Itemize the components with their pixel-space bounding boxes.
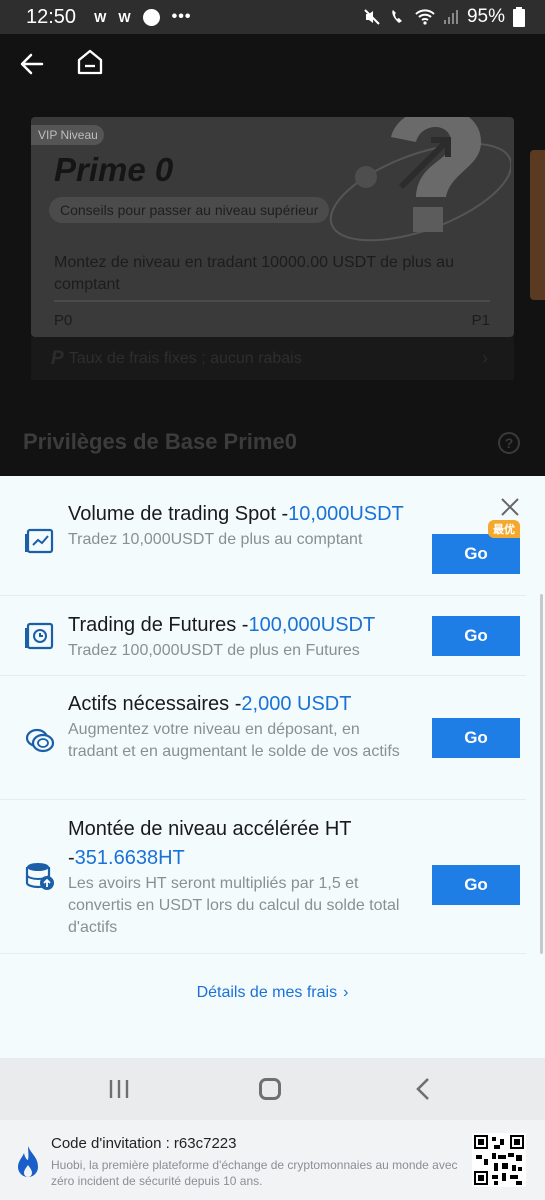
- recent-apps-icon[interactable]: [108, 1078, 130, 1100]
- task-amount: 2,000 USDT: [241, 693, 352, 715]
- task-title: Trading de Futures -100,000USDT: [68, 614, 376, 636]
- go-button[interactable]: Go: [432, 865, 520, 905]
- chevron-right-icon: ›: [482, 348, 488, 368]
- vip-overview: VIP Niveau Prime 0 Conseils pour passer …: [0, 34, 545, 476]
- back-arrow-icon[interactable]: [18, 50, 46, 78]
- coins-icon: [25, 728, 55, 753]
- more-notifications-icon: •••: [171, 8, 192, 25]
- fee-rate-row[interactable]: P Taux de frais fixes ; aucun rabais ›: [31, 337, 514, 380]
- progress-end-label: P1: [471, 312, 490, 329]
- next-level-card-peek[interactable]: [530, 150, 545, 300]
- wifi-icon: [415, 9, 435, 25]
- go-button[interactable]: Go: [432, 718, 520, 758]
- vip-level-badge: VIP Niveau: [31, 125, 104, 145]
- vip-level-title: Prime 0: [54, 151, 174, 188]
- futures-clock-icon: [25, 622, 54, 650]
- app-icon-w2: W: [118, 9, 131, 25]
- task-spot-volume: Volume de trading Spot -10,000USDT Trade…: [0, 490, 526, 596]
- battery-percent: 95%: [466, 6, 505, 27]
- wifi-call-icon: [392, 10, 402, 23]
- signal-icon: [443, 10, 458, 24]
- task-title: Volume de trading Spot -10,000USDT: [68, 503, 404, 525]
- fee-rate-label: Taux de frais fixes ; aucun rabais: [68, 349, 302, 367]
- qr-code: [472, 1133, 526, 1187]
- task-amount: 351.6638HT: [74, 847, 185, 869]
- messenger-icon: [142, 8, 160, 26]
- invitation-footer: Code d'invitation : r63c7223 Huobi, la p…: [0, 1120, 545, 1200]
- system-navigation-bar: [0, 1058, 545, 1120]
- invitation-description: Huobi, la première plateforme d'échange …: [51, 1158, 458, 1188]
- spot-chart-icon: [25, 528, 54, 554]
- task-list: Volume de trading Spot -10,000USDT Trade…: [0, 490, 545, 954]
- task-title: Actifs nécessaires -2,000 USDT: [68, 693, 352, 715]
- upgrade-requirement-text: Montez de niveau en tradant 10000.00 USD…: [54, 254, 454, 293]
- question-mark-illustration: [329, 117, 511, 242]
- home-button-icon[interactable]: [259, 1078, 281, 1100]
- system-back-icon[interactable]: [412, 1077, 434, 1101]
- chevron-right-icon: ›: [343, 984, 349, 1001]
- task-description: Tradez 10,000USDT de plus au comptant: [68, 531, 363, 548]
- task-amount: 100,000USDT: [248, 614, 376, 636]
- task-title: Montée de niveau accélérée HT -351.6638H…: [68, 818, 352, 869]
- battery-icon: [513, 7, 525, 27]
- go-button[interactable]: Go 最优: [432, 520, 520, 574]
- upgrade-tips-button[interactable]: Conseils pour passer au niveau supérieur: [49, 197, 330, 223]
- status-app-icons: W W •••: [94, 8, 191, 26]
- task-description: Les avoirs HT seront multipliés par 1,5 …: [68, 875, 400, 936]
- ht-database-icon: [25, 863, 54, 890]
- status-bar: 12:50 W W ••• 95%: [0, 0, 545, 34]
- task-description: Tradez 100,000USDT de plus en Futures: [68, 642, 360, 659]
- task-amount: 10,000USDT: [288, 503, 404, 525]
- help-icon[interactable]: ?: [498, 432, 520, 454]
- task-description: Augmentez votre niveau en déposant, en t…: [68, 721, 400, 760]
- vip-level-card: VIP Niveau Prime 0 Conseils pour passer …: [31, 117, 514, 337]
- invitation-code: Code d'invitation : r63c7223: [51, 1135, 237, 1152]
- best-option-tag: 最优: [488, 520, 520, 538]
- task-ht-accelerated: Montée de niveau accélérée HT -351.6638H…: [0, 800, 526, 954]
- prime-logo-icon: P: [51, 347, 64, 369]
- huobi-flame-icon: [18, 1146, 38, 1177]
- app-icon-w1: W: [94, 9, 107, 25]
- mute-icon: [364, 9, 380, 25]
- upgrade-tasks-sheet: Volume de trading Spot -10,000USDT Trade…: [0, 476, 545, 1058]
- task-required-assets: Actifs nécessaires -2,000 USDT Augmentez…: [0, 676, 526, 800]
- go-button[interactable]: Go: [432, 616, 520, 656]
- status-time: 12:50: [26, 5, 77, 28]
- home-icon[interactable]: [76, 48, 104, 76]
- fee-details-link[interactable]: Détails de mes frais ›: [0, 984, 545, 1002]
- level-progress-bar: [54, 300, 490, 302]
- privileges-title: Privilèges de Base Prime0: [23, 429, 297, 454]
- task-futures-trading: Trading de Futures -100,000USDT Tradez 1…: [0, 596, 526, 676]
- progress-start-label: P0: [54, 312, 73, 329]
